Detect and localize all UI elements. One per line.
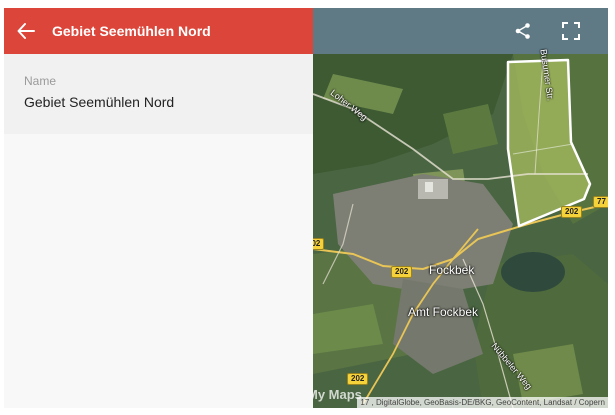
route-shield: 202 bbox=[391, 266, 413, 278]
route-shield: 202 bbox=[561, 206, 583, 218]
share-button[interactable] bbox=[511, 19, 535, 43]
route-shield: 202 bbox=[313, 238, 325, 250]
map-toolbar bbox=[313, 8, 608, 54]
arrow-left-icon bbox=[17, 23, 35, 39]
panel-header: Gebiet Seemühlen Nord bbox=[4, 8, 313, 54]
share-icon bbox=[515, 23, 530, 39]
info-panel: Gebiet Seemühlen Nord Name Gebiet Seemüh… bbox=[4, 8, 313, 408]
fullscreen-icon bbox=[562, 22, 580, 40]
back-button[interactable] bbox=[4, 8, 48, 54]
name-field: Name Gebiet Seemühlen Nord bbox=[4, 54, 313, 134]
name-field-value: Gebiet Seemühlen Nord bbox=[24, 94, 175, 110]
panel-title: Gebiet Seemühlen Nord bbox=[52, 23, 211, 39]
name-field-label: Name bbox=[24, 74, 57, 88]
route-shield: 77 bbox=[593, 196, 608, 208]
map-view[interactable]: Fockbek Amt Fockbek Loher Weg Busumer St… bbox=[313, 8, 608, 408]
map-attribution: 17 , DigitalGlobe, GeoBasis-DE/BKG, GeoC… bbox=[357, 397, 608, 408]
place-label-fockbek: Fockbek bbox=[429, 263, 475, 277]
my-maps-watermark: My Maps bbox=[313, 387, 362, 402]
app-window: Gebiet Seemühlen Nord Name Gebiet Seemüh… bbox=[4, 8, 608, 408]
route-shield: 202 bbox=[347, 373, 369, 385]
place-label-amt-fockbek: Amt Fockbek bbox=[408, 305, 479, 319]
fullscreen-button[interactable] bbox=[559, 19, 583, 43]
